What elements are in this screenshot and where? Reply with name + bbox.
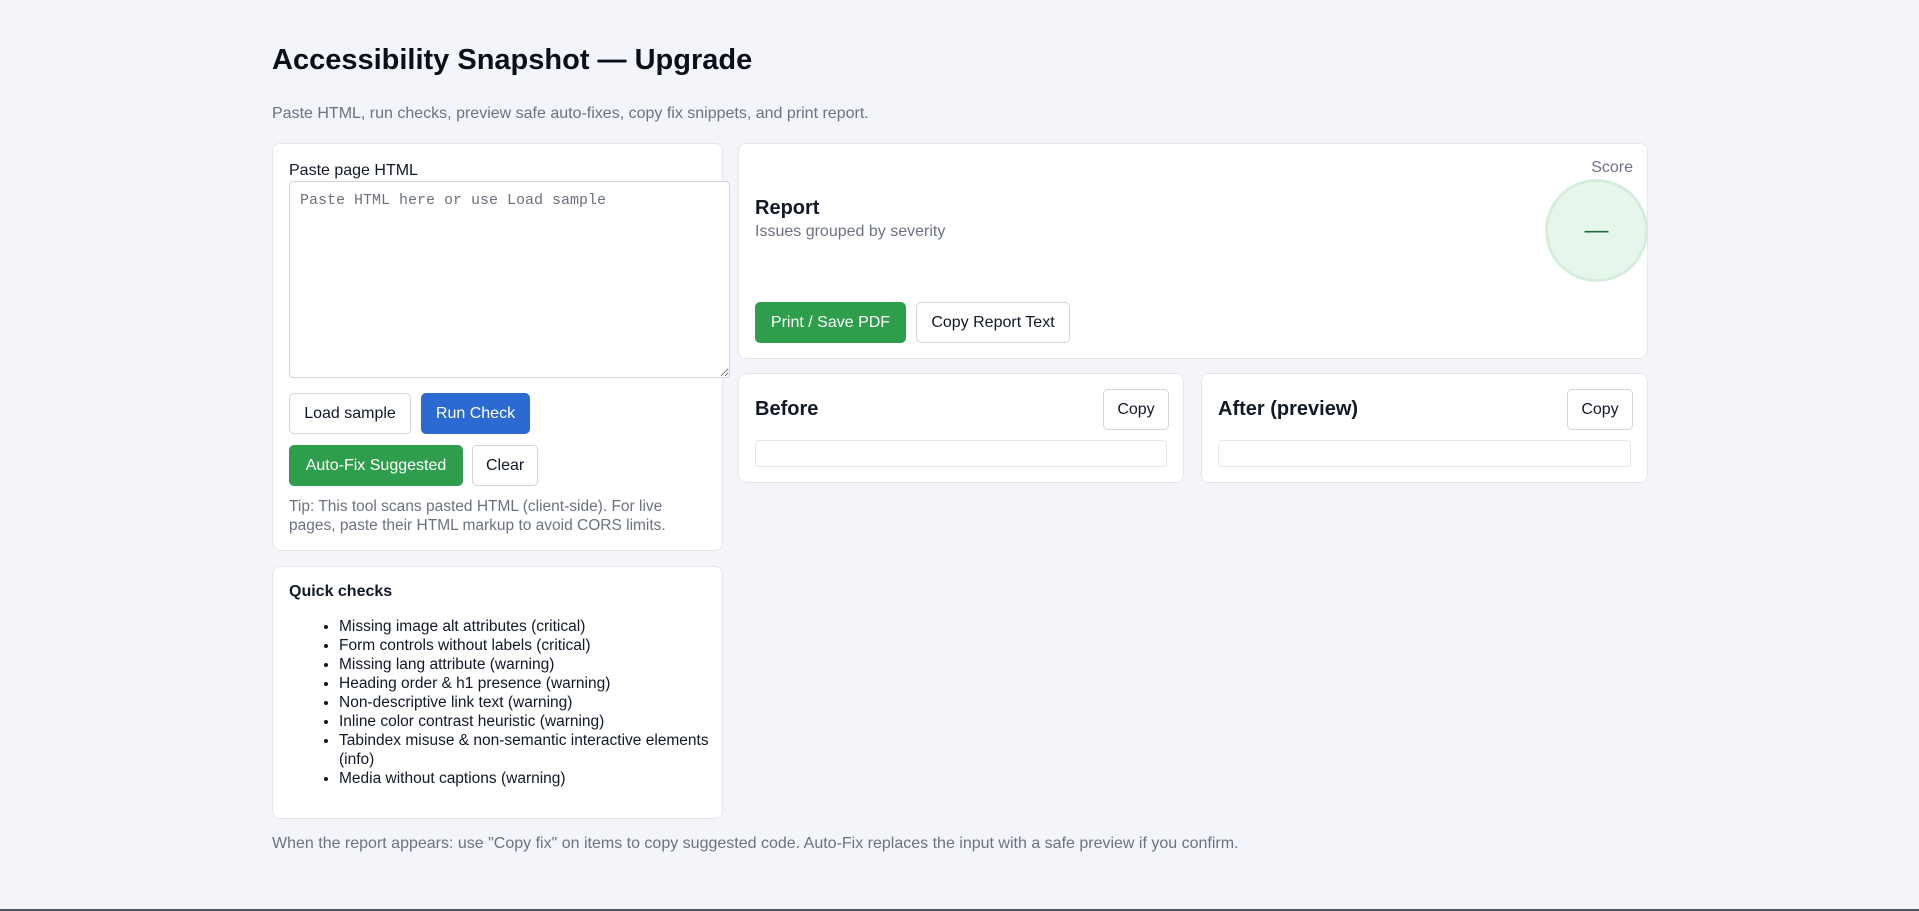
quick-checks-panel: Quick checks Missing image alt attribute… xyxy=(272,566,723,819)
page-subtitle: Paste HTML, run checks, preview safe aut… xyxy=(272,105,869,122)
list-item: Media without captions (warning) xyxy=(339,769,709,788)
list-item: Form controls without labels (critical) xyxy=(339,636,709,655)
before-panel: Before Copy xyxy=(738,373,1184,483)
run-check-button[interactable]: Run Check xyxy=(421,393,530,434)
page-title: Accessibility Snapshot — Upgrade xyxy=(272,44,753,76)
copy-report-text-button[interactable]: Copy Report Text xyxy=(916,302,1070,343)
score-value: — xyxy=(1584,216,1609,244)
list-item: Heading order & h1 presence (warning) xyxy=(339,674,709,693)
score-label: Score xyxy=(1591,159,1633,176)
load-sample-button[interactable]: Load sample xyxy=(289,393,411,434)
copy-before-button[interactable]: Copy xyxy=(1103,389,1169,430)
after-panel: After (preview) Copy xyxy=(1201,373,1648,483)
print-save-pdf-button[interactable]: Print / Save PDF xyxy=(755,302,906,343)
tip-text: Tip: This tool scans pasted HTML (client… xyxy=(289,498,666,534)
quick-checks-list: Missing image alt attributes (critical) … xyxy=(289,617,709,788)
list-item: Missing lang attribute (warning) xyxy=(339,655,709,674)
report-title: Report xyxy=(755,197,820,219)
after-code-box xyxy=(1218,440,1631,467)
after-title: After (preview) xyxy=(1218,398,1359,420)
copy-after-button[interactable]: Copy xyxy=(1567,389,1633,430)
score-badge: — xyxy=(1545,179,1648,282)
list-item: Non-descriptive link text (warning) xyxy=(339,693,709,712)
quick-checks-title: Quick checks xyxy=(289,583,393,600)
clear-button[interactable]: Clear xyxy=(472,445,538,486)
footer-note: When the report appears: use "Copy fix" … xyxy=(272,835,1239,852)
input-panel: Paste page HTML Load sample Run Check Au… xyxy=(272,143,730,551)
report-panel: Report Issues grouped by severity Score … xyxy=(738,143,1648,359)
list-item: Missing image alt attributes (critical) xyxy=(339,617,709,636)
before-title: Before xyxy=(755,398,819,420)
html-input[interactable] xyxy=(289,181,730,378)
html-input-label: Paste page HTML xyxy=(289,162,418,179)
auto-fix-button[interactable]: Auto-Fix Suggested xyxy=(289,445,463,486)
report-subtitle: Issues grouped by severity xyxy=(755,223,946,240)
before-code-box xyxy=(755,440,1167,467)
list-item: Inline color contrast heuristic (warning… xyxy=(339,712,709,731)
list-item: Tabindex misuse & non-semantic interacti… xyxy=(339,731,709,769)
